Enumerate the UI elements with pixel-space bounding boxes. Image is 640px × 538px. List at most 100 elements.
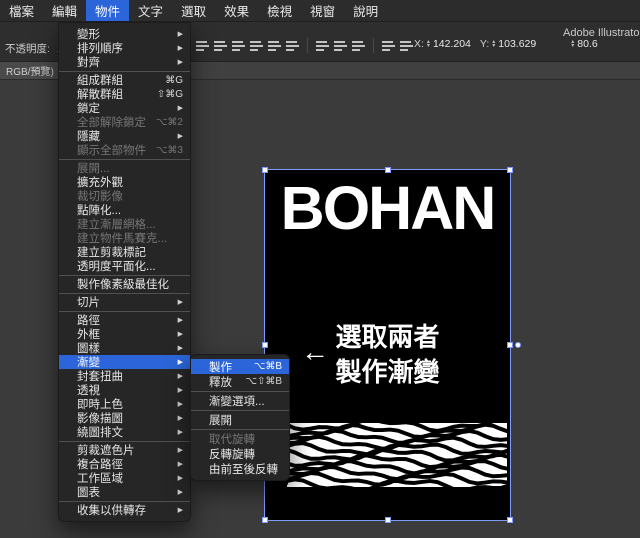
- selection-handle[interactable]: [262, 167, 268, 173]
- selection-handle[interactable]: [507, 342, 513, 348]
- horizontal-align-left-icon[interactable]: [196, 39, 209, 52]
- blend-submenu-item-label: 反轉旋轉: [209, 448, 255, 461]
- distribute-right-icon[interactable]: [352, 39, 365, 52]
- object-menu-item-hide[interactable]: 隱藏 ▶: [59, 129, 190, 143]
- submenu-arrow-icon: ▶: [177, 475, 183, 482]
- y-field[interactable]: Y: ▴ ▾ 103.629: [480, 38, 536, 50]
- shortcut-label: ⌥⇧⌘B: [245, 376, 282, 387]
- distribute-left-icon[interactable]: [316, 39, 329, 52]
- blend-submenu-item-release[interactable]: 釋放 ⌥⇧⌘B: [191, 374, 289, 389]
- shortcut-label: ⇧⌘G: [156, 88, 183, 100]
- object-menu-item-create-trim-marks[interactable]: 建立剪裁標記: [59, 245, 190, 259]
- object-menu-item-slice[interactable]: 切片 ▶: [59, 295, 190, 309]
- submenu-arrow-icon: ▶: [177, 359, 183, 366]
- submenu-arrow-icon: ▶: [177, 59, 183, 66]
- blend-submenu-separator: [191, 428, 289, 430]
- y-field-value[interactable]: 103.629: [498, 38, 536, 50]
- artwork-headline-text[interactable]: BOHAN: [265, 178, 510, 239]
- w-field-value[interactable]: 80.6: [577, 38, 597, 50]
- selection-handle[interactable]: [384, 167, 391, 173]
- distribute-center-icon[interactable]: [334, 39, 347, 52]
- blend-submenu-separator: [191, 409, 289, 411]
- anchor-point-handle[interactable]: [515, 342, 521, 348]
- x-field-label: X:: [414, 38, 424, 50]
- menubar-item-select[interactable]: 選取: [172, 0, 215, 21]
- object-menu-item-path[interactable]: 路徑 ▶: [59, 313, 190, 327]
- blend-submenu-item-blend-options[interactable]: 漸變選項...: [191, 393, 289, 408]
- object-menu-item-ungroup[interactable]: 解散群組 ⇧⌘G: [59, 87, 190, 102]
- stepper-icon[interactable]: ▴ ▾: [492, 39, 495, 49]
- x-field[interactable]: X: ▴ ▾ 142.204: [414, 38, 471, 50]
- vertical-align-center-icon[interactable]: [268, 39, 281, 52]
- stepper-icon[interactable]: ▴ ▾: [427, 39, 430, 49]
- object-menu-item-artboards[interactable]: 工作區域 ▶: [59, 471, 190, 485]
- object-menu-item-rasterize[interactable]: 點陣化...: [59, 203, 190, 217]
- blend-submenu-item-reverse-spine[interactable]: 反轉旋轉: [191, 446, 289, 461]
- x-field-value[interactable]: 142.204: [433, 38, 471, 50]
- vertical-align-top-icon[interactable]: [250, 39, 263, 52]
- menubar-item-edit[interactable]: 編輯: [43, 0, 86, 21]
- selected-artwork[interactable]: BOHAN 選取兩者 製作漸變 ←: [262, 167, 521, 523]
- submenu-arrow-icon: ▶: [177, 387, 183, 394]
- selection-handle[interactable]: [262, 342, 268, 348]
- separator: [307, 38, 308, 53]
- blend-submenu-item-make[interactable]: 製作 ⌥⌘B: [191, 359, 289, 374]
- horizontal-align-right-icon[interactable]: [232, 39, 245, 52]
- object-menu-item-envelope-distort[interactable]: 封套扭曲 ▶: [59, 369, 190, 383]
- submenu-arrow-icon: ▶: [177, 507, 183, 514]
- object-menu-item-arrange[interactable]: 排列順序 ▶: [59, 41, 190, 55]
- object-menu-item-label: 收集以供轉存: [77, 505, 146, 517]
- object-menu-item-unlock-all: 全部解除鎖定 ⌥⌘2: [59, 115, 190, 130]
- selection-handle[interactable]: [507, 167, 513, 173]
- selection-handle[interactable]: [384, 517, 391, 523]
- align-options-icon[interactable]: [400, 39, 413, 52]
- menubar-item-help[interactable]: 說明: [344, 0, 387, 21]
- menubar-item-type[interactable]: 文字: [129, 0, 172, 21]
- distribute-spacing-icon[interactable]: [382, 39, 395, 52]
- blend-submenu: 製作 ⌥⌘B 釋放 ⌥⇧⌘B 漸變選項... 展開取代旋轉反轉旋轉 由前至後反轉: [190, 354, 290, 481]
- object-menu-item-align[interactable]: 對齊 ▶: [59, 55, 190, 69]
- submenu-arrow-icon: ▶: [177, 31, 183, 38]
- submenu-arrow-icon: ▶: [177, 345, 183, 352]
- object-menu-item-compound-path[interactable]: 複合路徑 ▶: [59, 457, 190, 471]
- menubar-item-file[interactable]: 檔案: [0, 0, 43, 21]
- object-menu-item-perspective[interactable]: 透視 ▶: [59, 383, 190, 397]
- object-menu-item-image-trace[interactable]: 影像描圖 ▶: [59, 411, 190, 425]
- submenu-arrow-icon: ▶: [177, 489, 183, 496]
- object-menu-item-lock[interactable]: 鎖定 ▶: [59, 101, 190, 115]
- blend-submenu-separator: [191, 390, 289, 392]
- object-menu-item-flatten-transparency[interactable]: 透明度平面化...: [59, 259, 190, 273]
- object-menu-item-transform[interactable]: 變形 ▶: [59, 27, 190, 41]
- object-menu-item-text-wrap[interactable]: 繞圖排文 ▶: [59, 425, 190, 439]
- object-menu-item-outline[interactable]: 外框 ▶: [59, 327, 190, 341]
- shortcut-label: ⌥⌘3: [155, 144, 183, 156]
- blend-submenu-item-reverse-front-to-back[interactable]: 由前至後反轉: [191, 461, 289, 476]
- object-menu-item-collect-for-export[interactable]: 收集以供轉存 ▶: [59, 503, 190, 517]
- blend-submenu-item-expand[interactable]: 展開: [191, 412, 289, 427]
- object-menu-item-live-paint[interactable]: 即時上色 ▶: [59, 397, 190, 411]
- controlbar-fields: X: ▴ ▾ 142.204 Y: ▴ ▾ 103.629 ▴ ▾ 80.6: [414, 38, 607, 50]
- wave-pattern[interactable]: [287, 423, 507, 487]
- selection-handle[interactable]: [507, 517, 513, 523]
- selection-handle[interactable]: [262, 517, 268, 523]
- blend-submenu-item-replace-spine: 取代旋轉: [191, 431, 289, 446]
- object-menu-item-label: 圖表: [77, 487, 100, 499]
- menubar-item-object[interactable]: 物件: [86, 0, 130, 21]
- object-menu-item-clipping-mask[interactable]: 剪裁遮色片 ▶: [59, 443, 190, 457]
- menubar-item-effect[interactable]: 效果: [215, 0, 258, 21]
- object-menu-item-graph[interactable]: 圖表 ▶: [59, 485, 190, 499]
- object-menu-item-expand-appearance[interactable]: 擴充外觀: [59, 175, 190, 189]
- submenu-arrow-icon: ▶: [177, 331, 183, 338]
- menubar-item-view[interactable]: 檢視: [258, 0, 301, 21]
- object-menu-item-blend[interactable]: 漸變 ▶: [59, 355, 190, 369]
- separator: [373, 38, 374, 53]
- object-menu-item-pattern[interactable]: 圖樣 ▶: [59, 341, 190, 355]
- horizontal-align-center-icon[interactable]: [214, 39, 227, 52]
- vertical-align-bottom-icon[interactable]: [286, 39, 299, 52]
- opacity-label: 不透明度:: [5, 43, 50, 55]
- stepper-icon[interactable]: ▴ ▾: [571, 39, 574, 49]
- w-field[interactable]: ▴ ▾ 80.6: [571, 38, 597, 50]
- menubar-item-window[interactable]: 視窗: [301, 0, 344, 21]
- object-menu-item-group[interactable]: 組成群組 ⌘G: [59, 73, 190, 88]
- object-menu-item-make-pixel-perfect[interactable]: 製作像素級最佳化: [59, 277, 190, 291]
